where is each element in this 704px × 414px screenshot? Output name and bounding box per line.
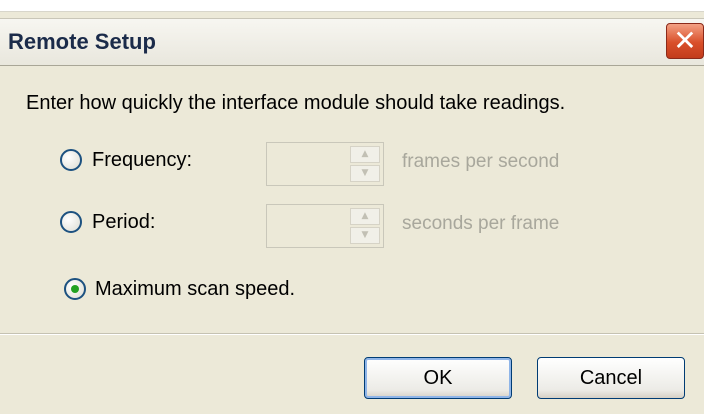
spin-down-icon: ▼ xyxy=(350,165,380,182)
close-button[interactable]: ✕ xyxy=(666,23,704,59)
period-spinner: ▲ ▼ xyxy=(266,204,384,248)
max-scan-label[interactable]: Maximum scan speed. xyxy=(95,278,295,301)
title-bar[interactable]: Remote Setup ✕ xyxy=(0,18,704,66)
period-label[interactable]: Period: xyxy=(92,211,155,234)
frequency-spin-buttons: ▲ ▼ xyxy=(350,146,380,182)
footer-separator xyxy=(0,333,704,335)
dialog-title: Remote Setup xyxy=(8,29,156,54)
ok-button[interactable]: OK xyxy=(364,357,512,399)
spin-up-icon: ▲ xyxy=(350,208,380,225)
period-unit: seconds per frame xyxy=(402,213,560,234)
spin-down-icon: ▼ xyxy=(350,227,380,244)
period-row: Period: ▲ ▼ seconds per frame xyxy=(0,204,704,248)
close-icon: ✕ xyxy=(673,24,697,57)
frequency-unit: frames per second xyxy=(402,151,560,172)
period-radio[interactable] xyxy=(60,211,82,233)
frequency-row: Frequency: ▲ ▼ frames per second xyxy=(0,142,704,186)
max-scan-row: Maximum scan speed. xyxy=(0,271,704,311)
spin-up-icon: ▲ xyxy=(350,146,380,163)
period-spin-buttons: ▲ ▼ xyxy=(350,208,380,244)
top-edge xyxy=(0,0,704,12)
max-scan-radio[interactable] xyxy=(64,278,86,300)
instruction-text: Enter how quickly the interface module s… xyxy=(26,92,566,114)
frequency-radio[interactable] xyxy=(60,149,82,171)
frequency-spinner: ▲ ▼ xyxy=(266,142,384,186)
cancel-button[interactable]: Cancel xyxy=(537,357,685,399)
frequency-label[interactable]: Frequency: xyxy=(92,149,192,172)
remote-setup-dialog: Remote Setup ✕ Enter how quickly the int… xyxy=(0,0,704,414)
